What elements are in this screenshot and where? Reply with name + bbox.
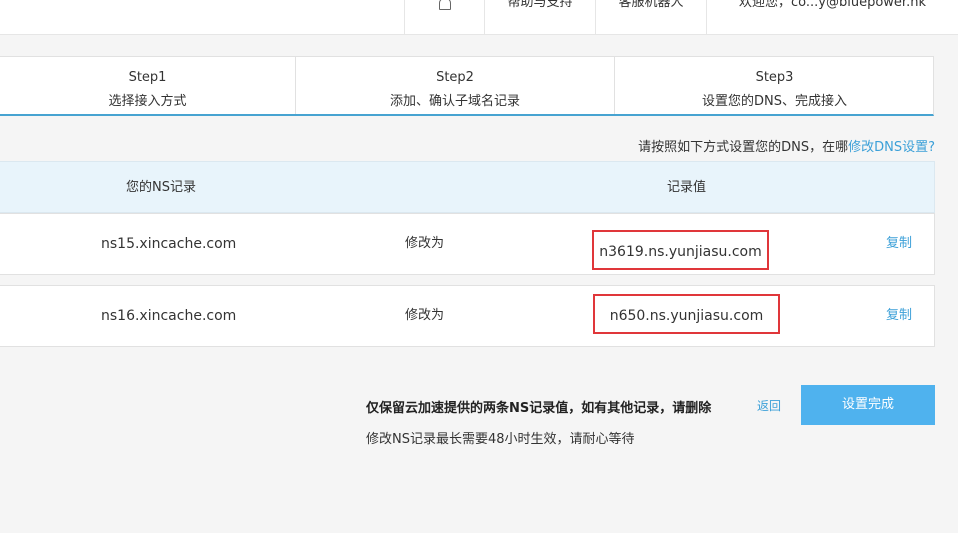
- top-nav: 帮助与支持 客服机器人 欢迎您，co...y@bluepower.hk: [404, 0, 958, 34]
- back-link[interactable]: 返回: [757, 397, 781, 414]
- change-to-label: 修改为: [405, 236, 445, 251]
- instruction-text: 请按照如下方式设置您的DNS，在哪: [638, 140, 849, 155]
- service-bot-link[interactable]: 客服机器人: [595, 0, 706, 34]
- help-support-link[interactable]: 帮助与支持: [484, 0, 595, 34]
- notifications-button[interactable]: [404, 0, 484, 34]
- step-3-desc: 设置您的DNS、完成接入: [702, 94, 847, 109]
- new-ns-value: n3619.ns.yunjiasu.com: [592, 230, 769, 270]
- modify-dns-help-link[interactable]: 修改DNS设置?: [848, 140, 935, 155]
- top-header: 帮助与支持 客服机器人 欢迎您，co...y@bluepower.hk: [0, 0, 958, 35]
- step-1-desc: 选择接入方式: [108, 94, 187, 109]
- propagation-notice: 修改NS记录最长需要48小时生效，请耐心等待: [366, 432, 635, 447]
- change-to-label: 修改为: [405, 308, 445, 323]
- copy-button[interactable]: 复制: [886, 286, 912, 346]
- record-value-header: 记录值: [667, 180, 707, 195]
- finish-setup-button[interactable]: 设置完成: [801, 385, 935, 425]
- step-tabs: Step1 选择接入方式 Step2 添加、确认子域名记录 Step3 设置您的…: [0, 56, 934, 116]
- step-3: Step3 设置您的DNS、完成接入: [615, 57, 934, 114]
- step-2-title: Step2: [436, 70, 474, 85]
- step-2-desc: 添加、确认子域名记录: [389, 94, 520, 109]
- keep-ns-notice: 仅保留云加速提供的两条NS记录值，如有其他记录，请删除: [366, 401, 712, 416]
- table-row: ns16.xincache.com 修改为 n650.ns.yunjiasu.c…: [0, 285, 935, 347]
- step-3-title: Step3: [755, 70, 794, 85]
- current-ns: ns16.xincache.com: [101, 308, 237, 324]
- ns-table-header: 您的NS记录 记录值: [0, 161, 935, 213]
- user-menu[interactable]: 欢迎您，co...y@bluepower.hk: [706, 0, 958, 34]
- step-2: Step2 添加、确认子域名记录: [296, 57, 615, 114]
- step-1-title: Step1: [128, 70, 167, 85]
- table-row: ns15.xincache.com 修改为 n3619.ns.yunjiasu.…: [0, 213, 935, 275]
- copy-button[interactable]: 复制: [886, 214, 912, 274]
- step-1: Step1 选择接入方式: [0, 57, 296, 114]
- ns-record-header: 您的NS记录: [126, 180, 196, 195]
- new-ns-value: n650.ns.yunjiasu.com: [593, 294, 780, 334]
- dns-instruction: 请按照如下方式设置您的DNS，在哪修改DNS设置?: [638, 136, 935, 155]
- current-ns: ns15.xincache.com: [101, 236, 237, 252]
- bell-icon: [438, 0, 451, 10]
